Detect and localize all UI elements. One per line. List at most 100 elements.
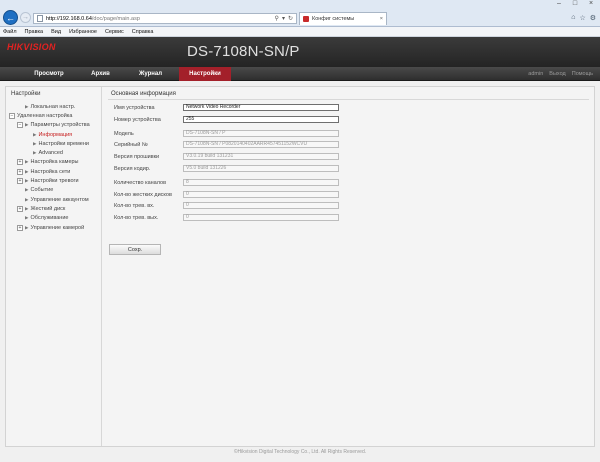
sidebar-item-label: Жесткий диск [30, 205, 66, 212]
sidebar-item-label: Событие [30, 187, 54, 194]
sidebar-item-label: Advanced [38, 150, 63, 157]
device-model-title: DS-7108N-SN/P [187, 43, 300, 60]
tab-log[interactable]: Журнал [122, 67, 179, 81]
url-host: http://192.168.0.64 [46, 15, 92, 22]
tree-arrow-icon: ▶ [25, 103, 29, 109]
minimize-icon[interactable]: – [554, 0, 564, 7]
field-label: Имя устройства [114, 105, 155, 111]
menu-view[interactable]: Вид [51, 29, 61, 35]
sidebar-item[interactable]: + ▶ Жесткий диск [9, 204, 98, 213]
sidebar-item-label: Локальная настр. [30, 103, 76, 110]
field-label: Версия кодир. [114, 165, 151, 172]
logout-link[interactable]: Выход [549, 71, 565, 77]
main-panel: Основная информация Имя устройства Networ… [103, 87, 594, 446]
sidebar-item[interactable]: + ▶ Настройка камеры [9, 158, 98, 167]
hikvision-logo: HIKVISION [7, 42, 56, 52]
browser-toolbar: ← → http://192.168.0.64/doc/page/main.as… [0, 0, 600, 27]
expand-icon[interactable]: + [17, 205, 23, 212]
field-label: Количество каналов [114, 179, 166, 186]
menu-favorites[interactable]: Избранное [69, 29, 97, 35]
sidebar-item[interactable]: + ▶ Настройки тревоги [9, 176, 98, 185]
form-row: Имя устройства Network Video Recorder [108, 103, 589, 115]
field-label: Номер устройства [114, 116, 161, 123]
field-label: Серийный № [114, 142, 148, 149]
sidebar-item[interactable]: ▶ Информация [9, 130, 98, 139]
sidebar-item[interactable]: − ▶ Параметры устройства [9, 121, 98, 130]
sidebar-item[interactable]: + ▶ Настройка сети [9, 167, 98, 176]
home-icon[interactable]: ⌂ [571, 14, 575, 22]
sidebar-item-label: Настройка камеры [30, 159, 79, 166]
close-window-icon[interactable]: × [586, 0, 596, 7]
sidebar-item[interactable]: ▶ Настройки времени [9, 139, 98, 148]
favorites-star-icon[interactable]: ☆ [579, 14, 585, 22]
expand-icon[interactable]: + [17, 224, 23, 231]
expand-icon[interactable]: + [17, 178, 23, 185]
config-sidebar: Настройки ▶ Локальная настр. − Удаленная на… [6, 87, 102, 446]
favicon-icon [303, 16, 309, 22]
tab-configuration[interactable]: Настройки [179, 67, 231, 81]
address-bar[interactable]: http://192.168.0.64/doc/page/main.asp ⚲ … [33, 13, 297, 24]
expand-icon[interactable]: + [17, 159, 23, 166]
sidebar-item-label: Управление аккаунтом [30, 196, 89, 203]
field-input: 0 [183, 214, 339, 222]
menu-help[interactable]: Справка [132, 29, 154, 35]
collapse-icon[interactable]: − [9, 112, 15, 119]
expand-icon[interactable]: + [17, 168, 23, 175]
tab-playback[interactable]: Архив [79, 67, 122, 81]
field-input[interactable]: 255 [183, 115, 339, 123]
field-input: 0 [183, 202, 339, 210]
sidebar-item[interactable]: − Удаленная настройка [9, 111, 98, 120]
section-title: Основная информация [111, 91, 176, 97]
sidebar-item-label: Обслуживание [30, 215, 69, 222]
menu-file[interactable]: Файл [3, 29, 17, 35]
sidebar-item-label: Управление камерой [30, 224, 85, 231]
form-row: Модель DS-7108N-SN / P [108, 129, 589, 141]
sidebar-item[interactable]: ▶ Управление аккаунтом [9, 195, 98, 204]
gear-icon[interactable]: ⚙ [590, 14, 596, 22]
close-tab-icon[interactable]: × [380, 16, 383, 22]
menu-edit[interactable]: Правка [25, 29, 44, 35]
sidebar-title: Настройки [11, 91, 41, 97]
field-label: Кол-во жестких дисков [114, 191, 172, 198]
sidebar-item[interactable]: ▶ Обслуживание [9, 214, 98, 223]
field-input[interactable]: Network Video Recorder [183, 104, 339, 111]
browser-tab[interactable]: Конфиг системы × [299, 12, 387, 25]
sidebar-item[interactable]: ▶ Advanced [9, 148, 98, 157]
sidebar-item-label: Параметры устройства [30, 122, 90, 129]
field-input: V3.0.19 build 131231 [183, 153, 339, 161]
back-arrow-icon[interactable]: ← [3, 10, 18, 25]
menu-tools[interactable]: Сервис [105, 29, 124, 35]
tree-arrow-icon: ▶ [25, 224, 29, 230]
tree-arrow-icon: ▶ [25, 168, 29, 174]
refresh-icon[interactable]: ↻ [288, 15, 293, 22]
tab-live-view[interactable]: Просмотр [19, 67, 79, 81]
collapse-icon[interactable]: − [17, 122, 23, 129]
form-row: Серийный № DS-7108N-SN / P0820140402AARR4… [108, 140, 589, 152]
section-divider [108, 99, 589, 100]
maximize-icon[interactable]: □ [570, 0, 580, 7]
user-name-link[interactable]: admin [528, 71, 543, 77]
dropdown-icon[interactable]: ▾ [282, 15, 285, 22]
search-icon[interactable]: ⚲ [275, 15, 279, 22]
field-label: Кол-во трев. вых. [114, 215, 159, 222]
form-row: Версия прошивки V3.0.19 build 131231 [108, 152, 589, 164]
tree-arrow-icon: ▶ [33, 140, 37, 146]
sidebar-item-label: Настройки времени [38, 140, 89, 147]
form-row: Версия кодир. V5.0 build 131226 [108, 164, 589, 176]
save-button[interactable]: Сохр. [109, 244, 161, 255]
sidebar-item[interactable]: ▶ Событие [9, 186, 98, 195]
forward-arrow-icon[interactable]: → [20, 12, 31, 23]
tree-arrow-icon: ▶ [25, 122, 29, 128]
browser-menubar: Файл Правка Вид Избранное Сервис Справка [0, 27, 600, 37]
form-row: Кол-во трев. вых. 0 [108, 213, 589, 225]
form-row: Номер устройства 255 [108, 115, 589, 127]
sidebar-item[interactable]: + ▶ Управление камерой [9, 223, 98, 232]
sidebar-item[interactable]: ▶ Локальная настр. [9, 102, 98, 111]
tree-arrow-icon: ▶ [33, 150, 37, 156]
info-form: Имя устройства Network Video Recorder Номе… [108, 103, 589, 225]
help-link[interactable]: Помощь [572, 71, 593, 77]
sidebar-item-label: Информация [38, 131, 73, 138]
